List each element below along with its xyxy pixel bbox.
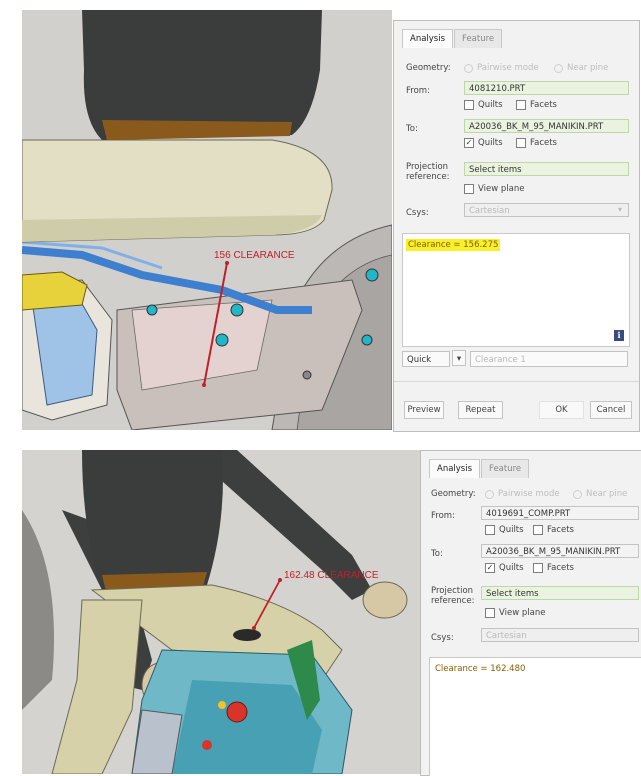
- button-bar-divider: [394, 381, 639, 382]
- checkbox-box-icon: [485, 525, 495, 535]
- top-3d-viewport[interactable]: 156 CLEARANCE: [22, 10, 392, 430]
- geometry-option-label: Near pine: [567, 63, 609, 73]
- geometry-option-label: Pairwise mode: [498, 489, 560, 499]
- from-facets-checkbox[interactable]: Facets: [516, 100, 557, 110]
- checkbox-label: View plane: [478, 184, 525, 194]
- bottom-clearance-dialog: Analysis Feature Geometry: Pairwise mode…: [420, 450, 641, 776]
- bottom-dialog-tabs: Analysis Feature: [429, 459, 530, 479]
- clearance-result: Clearance = 162.480: [435, 664, 526, 674]
- geometry-option-pairwise[interactable]: Pairwise mode: [464, 63, 539, 73]
- radio-dot-icon: [464, 63, 473, 73]
- bottom-scene-graphic: [22, 450, 420, 774]
- to-collector[interactable]: A20036_BK_M_95_MANIKIN.PRT: [464, 119, 629, 133]
- to-label: To:: [431, 549, 443, 559]
- repeat-button[interactable]: Repeat: [458, 401, 503, 419]
- checkbox-label: View plane: [499, 608, 546, 618]
- radio-dot-icon: [485, 489, 494, 499]
- top-clearance-annotation: 156 CLEARANCE: [214, 250, 295, 261]
- geometry-label: Geometry:: [431, 489, 476, 499]
- from-collector[interactable]: 4081210.PRT: [464, 81, 629, 95]
- chevron-down-icon: ▾: [618, 205, 623, 214]
- from-facets-checkbox[interactable]: Facets: [533, 525, 574, 535]
- to-quilts-checkbox[interactable]: ✓ Quilts: [464, 138, 503, 148]
- checkbox-box-icon: [464, 100, 474, 110]
- to-facets-checkbox[interactable]: Facets: [533, 563, 574, 573]
- csys-label: Csys:: [431, 633, 454, 643]
- radio-dot-icon: [554, 63, 563, 73]
- view-plane-checkbox[interactable]: View plane: [485, 608, 545, 618]
- checkbox-box-icon: [533, 563, 543, 573]
- tab-analysis[interactable]: Analysis: [429, 459, 481, 478]
- geometry-option-near[interactable]: Near pine: [554, 63, 608, 73]
- from-label: From:: [406, 86, 430, 96]
- checkmark-icon: ✓: [485, 563, 495, 573]
- checkbox-label: Facets: [547, 525, 574, 535]
- clearance-result: Clearance = 156.275: [406, 239, 501, 251]
- projection-collector[interactable]: Select items: [481, 586, 639, 600]
- radio-dot-icon: [573, 489, 582, 499]
- geometry-option-label: Pairwise mode: [477, 63, 539, 73]
- to-collector[interactable]: A20036_BK_M_95_MANIKIN.PRT: [481, 544, 639, 558]
- results-panel: Clearance = 156.275 i: [402, 233, 630, 347]
- preview-button[interactable]: Preview: [404, 401, 444, 419]
- geometry-option-pairwise[interactable]: Pairwise mode: [485, 489, 560, 499]
- checkmark-icon: ✓: [464, 138, 474, 148]
- from-quilts-checkbox[interactable]: Quilts: [485, 525, 524, 535]
- checkbox-label: Quilts: [478, 138, 503, 148]
- bottom-3d-viewport[interactable]: 162.48 CLEARANCE: [22, 450, 420, 774]
- results-panel: Clearance = 162.480: [429, 657, 641, 776]
- projection-label: Projection reference:: [431, 586, 475, 606]
- tab-feature[interactable]: Feature: [454, 29, 503, 48]
- analysis-name-field[interactable]: Clearance 1: [470, 351, 628, 367]
- geometry-option-near[interactable]: Near pine: [573, 489, 627, 499]
- checkbox-label: Facets: [547, 563, 574, 573]
- csys-label: Csys:: [406, 208, 429, 218]
- checkbox-box-icon: [533, 525, 543, 535]
- top-scene-graphic: [22, 10, 392, 430]
- mode-chevron-down-icon[interactable]: ▾: [452, 350, 466, 366]
- checkbox-label: Quilts: [499, 563, 524, 573]
- info-icon[interactable]: i: [614, 330, 624, 341]
- csys-dropdown[interactable]: Cartesian: [464, 203, 629, 217]
- checkbox-label: Facets: [530, 100, 557, 110]
- view-plane-checkbox[interactable]: View plane: [464, 184, 524, 194]
- checkbox-label: Facets: [530, 138, 557, 148]
- to-facets-checkbox[interactable]: Facets: [516, 138, 557, 148]
- csys-dropdown[interactable]: Cartesian: [481, 628, 639, 642]
- checkbox-label: Quilts: [478, 100, 503, 110]
- from-quilts-checkbox[interactable]: Quilts: [464, 100, 503, 110]
- mode-dropdown[interactable]: Quick: [402, 351, 450, 367]
- checkbox-box-icon: [516, 100, 526, 110]
- checkbox-box-icon: [464, 184, 474, 194]
- projection-collector[interactable]: Select items: [464, 162, 629, 176]
- from-collector[interactable]: 4019691_COMP.PRT: [481, 506, 639, 520]
- top-clearance-dialog: Analysis Feature Geometry: Pairwise mode…: [393, 20, 640, 432]
- checkbox-label: Quilts: [499, 525, 524, 535]
- cancel-button[interactable]: Cancel: [590, 401, 632, 419]
- geometry-label: Geometry:: [406, 63, 451, 73]
- bottom-clearance-annotation: 162.48 CLEARANCE: [284, 570, 379, 581]
- top-dialog-tabs: Analysis Feature: [402, 29, 503, 49]
- geometry-option-label: Near pine: [586, 489, 628, 499]
- checkbox-box-icon: [485, 608, 495, 618]
- tab-analysis[interactable]: Analysis: [402, 29, 454, 48]
- checkbox-box-icon: [516, 138, 526, 148]
- projection-label: Projection reference:: [406, 162, 450, 182]
- to-label: To:: [406, 124, 418, 134]
- from-label: From:: [431, 511, 455, 521]
- ok-button[interactable]: OK: [539, 401, 584, 419]
- tab-feature[interactable]: Feature: [481, 459, 530, 478]
- to-quilts-checkbox[interactable]: ✓ Quilts: [485, 563, 524, 573]
